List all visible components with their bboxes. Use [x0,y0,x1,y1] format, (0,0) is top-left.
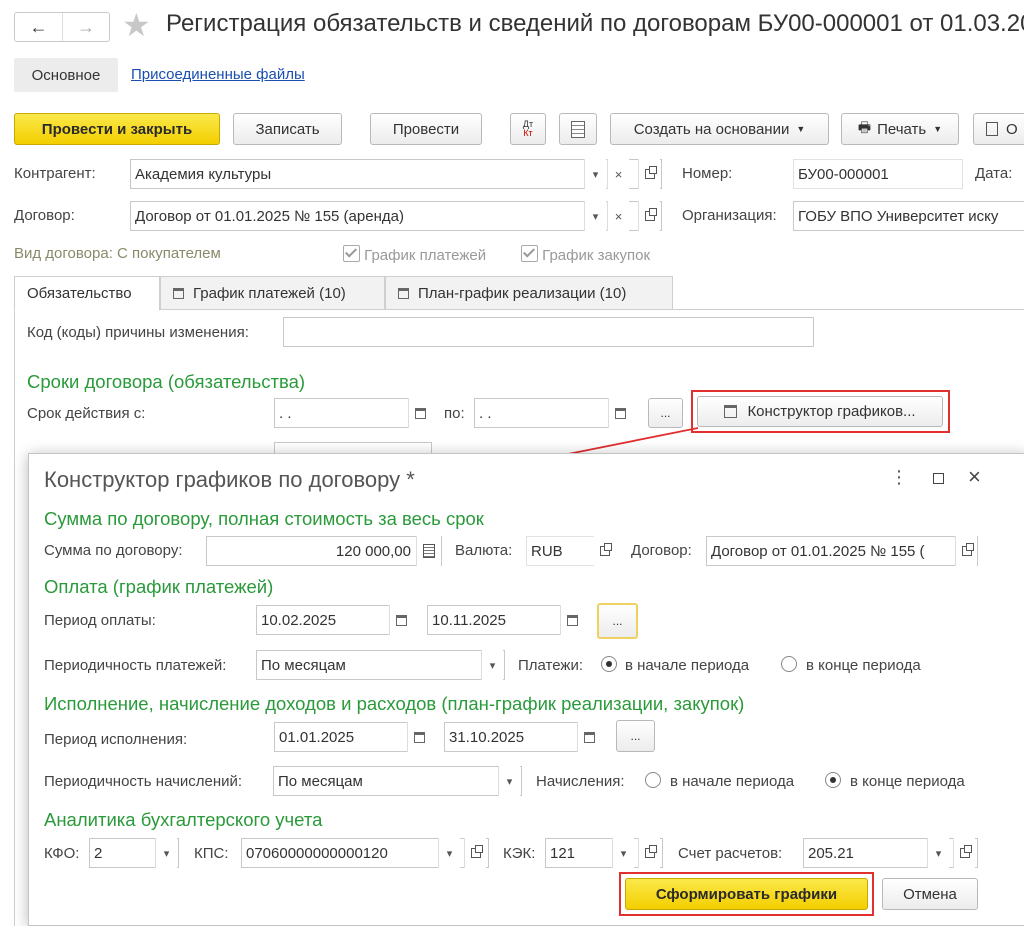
kfo-value: 2 [94,844,103,862]
execution-period-select-button[interactable]: ... [616,720,655,752]
dropdown-icon[interactable]: ▾ [438,838,460,868]
calendar-icon[interactable] [389,605,413,635]
kek-value: 121 [550,844,576,862]
accrual-frequency-select[interactable]: По месяцам [273,766,522,796]
currency-label: Валюта: [455,542,513,559]
payment-section-title: Оплата (график платежей) [44,576,274,597]
payment-frequency-select[interactable]: По месяцам [256,650,505,680]
calculator-icon[interactable] [416,536,441,566]
more-actions-icon[interactable]: ⋮ [890,467,908,488]
calendar-icon[interactable] [560,605,584,635]
maximize-icon[interactable] [933,473,944,484]
payment-to-value: 10.11.2025 [432,611,506,629]
kfo-label: КФО: [44,845,80,862]
dropdown-icon[interactable]: ▾ [498,766,520,796]
sum-label: Сумма по договору: [44,542,183,559]
calendar-icon[interactable] [407,722,431,752]
close-icon[interactable]: × [968,464,981,490]
execution-to-value: 31.10.2025 [449,728,525,746]
account-value: 205.21 [808,844,854,862]
account-field[interactable]: 205.21 [803,838,978,868]
dialog-title: Конструктор графиков по договору * [44,467,415,492]
payment-from-value: 10.02.2025 [261,611,337,629]
currency-value: RUB [531,542,563,560]
dropdown-icon[interactable]: ▾ [481,650,503,680]
execution-from-value: 01.01.2025 [279,728,355,746]
payments-start-radio[interactable] [601,656,617,672]
open-icon[interactable] [955,536,977,566]
payments-label: Платежи: [518,657,584,674]
dropdown-icon[interactable]: ▾ [612,838,634,868]
payments-start-label[interactable]: в начале периода [625,657,749,674]
generate-schedules-button[interactable]: Сформировать графики [625,878,868,910]
dropdown-icon[interactable]: ▾ [155,838,177,868]
open-icon[interactable] [953,838,975,868]
accruals-start-radio[interactable] [645,772,661,788]
kps-value: 07060000000000120 [246,844,388,862]
payments-end-radio[interactable] [781,656,797,672]
payment-period-label: Период оплаты: [44,612,156,629]
payment-frequency-label: Периодичность платежей: [44,657,227,674]
analytics-section-title: Аналитика бухгалтерского учета [44,809,323,830]
sum-section-title: Сумма по договору, полная стоимость за в… [44,508,484,529]
dropdown-icon[interactable]: ▾ [927,838,949,868]
accruals-end-radio[interactable] [825,772,841,788]
accrual-frequency-label: Периодичность начислений: [44,773,243,790]
accrual-frequency-value: По месяцам [278,772,363,790]
sum-field[interactable]: 120 000,00 [206,536,442,566]
open-icon[interactable] [638,838,660,868]
dialog-contract-label: Договор: [631,542,692,559]
payments-end-label[interactable]: в конце периода [806,657,921,674]
open-icon[interactable] [594,536,616,566]
dialog-contract-value: Договор от 01.01.2025 № 155 ( [711,542,925,560]
sum-value: 120 000,00 [335,542,411,560]
accruals-start-label[interactable]: в начале периода [670,773,794,790]
open-icon[interactable] [464,838,486,868]
cancel-button[interactable]: Отмена [882,878,978,910]
dialog-contract-field[interactable]: Договор от 01.01.2025 № 155 ( [706,536,978,566]
kps-label: КПС: [194,845,229,862]
payment-period-select-button[interactable]: ... [597,603,638,639]
accruals-label: Начисления: [536,773,625,790]
accruals-end-label[interactable]: в конце периода [850,773,965,790]
payment-frequency-value: По месяцам [261,656,346,674]
calendar-icon[interactable] [577,722,601,752]
execution-period-label: Период исполнения: [44,731,188,748]
execution-section-title: Исполнение, начисление доходов и расходо… [44,693,745,714]
account-label: Счет расчетов: [678,845,783,862]
kek-label: КЭК: [503,845,536,862]
